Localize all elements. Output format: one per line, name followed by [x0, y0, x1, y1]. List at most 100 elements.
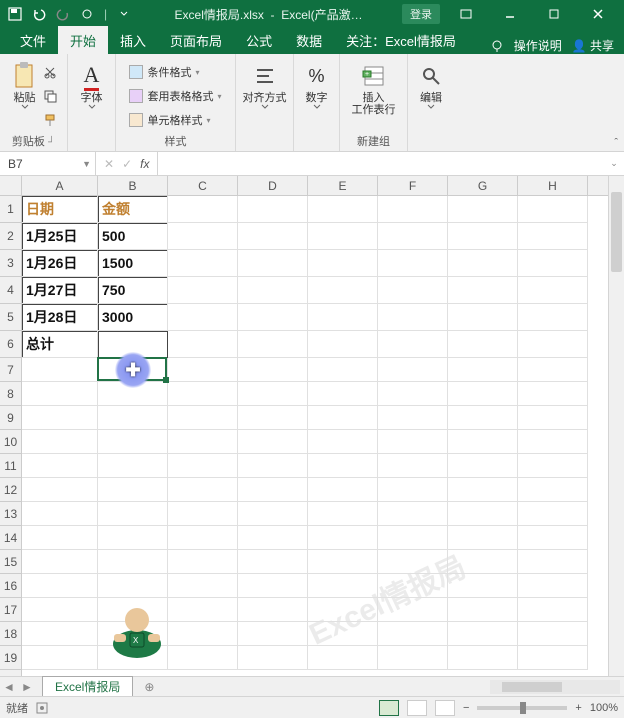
cell[interactable]: [168, 331, 238, 358]
cell[interactable]: [22, 598, 98, 622]
data-cell[interactable]: 1月26日: [22, 250, 98, 277]
cell[interactable]: [308, 277, 378, 304]
cell[interactable]: [238, 502, 308, 526]
cell[interactable]: [238, 331, 308, 358]
cell[interactable]: [168, 382, 238, 406]
cell[interactable]: [238, 223, 308, 250]
cell[interactable]: [378, 622, 448, 646]
cell[interactable]: [518, 622, 588, 646]
cell[interactable]: [378, 478, 448, 502]
cell[interactable]: [448, 277, 518, 304]
expand-formula-bar-button[interactable]: ⌄: [604, 152, 624, 175]
cell[interactable]: [378, 574, 448, 598]
cell[interactable]: [168, 550, 238, 574]
cell[interactable]: [98, 502, 168, 526]
format-as-table-button[interactable]: 套用表格格式 ▾: [129, 86, 221, 106]
cell[interactable]: [308, 454, 378, 478]
zoom-slider[interactable]: [477, 706, 567, 710]
copy-button[interactable]: [43, 86, 57, 106]
maximize-button[interactable]: [532, 0, 576, 28]
cell[interactable]: [168, 526, 238, 550]
cell[interactable]: [168, 646, 238, 670]
cell[interactable]: [448, 196, 518, 223]
cell[interactable]: [238, 478, 308, 502]
row-header[interactable]: 11: [0, 454, 21, 478]
cell[interactable]: [518, 502, 588, 526]
row-header[interactable]: 9: [0, 406, 21, 430]
column-header[interactable]: A: [22, 176, 98, 195]
cell[interactable]: [308, 382, 378, 406]
cell[interactable]: [378, 526, 448, 550]
cell[interactable]: [168, 622, 238, 646]
cell[interactable]: [168, 406, 238, 430]
cell[interactable]: [448, 331, 518, 358]
column-header[interactable]: G: [448, 176, 518, 195]
cell[interactable]: [98, 406, 168, 430]
name-box[interactable]: B7▼: [0, 152, 96, 175]
cell[interactable]: [378, 304, 448, 331]
insert-rows-button[interactable]: + 插入插入工作表行工作表行: [352, 62, 396, 116]
cell[interactable]: [168, 196, 238, 223]
cell[interactable]: [238, 646, 308, 670]
tab-formulas[interactable]: 公式: [234, 26, 284, 54]
data-cell[interactable]: 1月28日: [22, 304, 98, 331]
cell[interactable]: [518, 598, 588, 622]
cell[interactable]: [22, 574, 98, 598]
data-cell[interactable]: 日期: [22, 196, 98, 223]
cell[interactable]: [518, 250, 588, 277]
column-header[interactable]: B: [98, 176, 168, 195]
cell[interactable]: [448, 526, 518, 550]
view-page-break-button[interactable]: [435, 700, 455, 716]
cell[interactable]: [22, 382, 98, 406]
cell[interactable]: [22, 622, 98, 646]
cell[interactable]: [448, 382, 518, 406]
cell[interactable]: [98, 550, 168, 574]
cell[interactable]: [238, 358, 308, 382]
cell[interactable]: [518, 574, 588, 598]
column-header[interactable]: H: [518, 176, 588, 195]
cells-area[interactable]: Excel情报局 Excel情报局 日期金额1月25日5001月26日15001…: [22, 196, 608, 676]
cell[interactable]: [308, 598, 378, 622]
cell[interactable]: [518, 277, 588, 304]
fx-button[interactable]: fx: [140, 157, 149, 171]
cell[interactable]: [308, 646, 378, 670]
vertical-scrollbar[interactable]: [608, 176, 624, 676]
cell[interactable]: [518, 358, 588, 382]
cell[interactable]: [308, 406, 378, 430]
cell[interactable]: [518, 304, 588, 331]
data-cell[interactable]: 1月27日: [22, 277, 98, 304]
row-header[interactable]: 12: [0, 478, 21, 502]
row-header[interactable]: 15: [0, 550, 21, 574]
cell[interactable]: [308, 574, 378, 598]
data-cell[interactable]: 500: [98, 223, 168, 250]
cell[interactable]: [378, 277, 448, 304]
cell[interactable]: [518, 196, 588, 223]
cell[interactable]: [168, 574, 238, 598]
cell[interactable]: [98, 574, 168, 598]
cell[interactable]: [308, 622, 378, 646]
column-headers[interactable]: ABCDEFGH: [22, 176, 608, 196]
cell[interactable]: [448, 430, 518, 454]
cell[interactable]: [448, 304, 518, 331]
cell[interactable]: [22, 526, 98, 550]
cell[interactable]: [238, 526, 308, 550]
cell[interactable]: [448, 646, 518, 670]
data-cell[interactable]: 1月25日: [22, 223, 98, 250]
cell[interactable]: [378, 406, 448, 430]
qat-customize[interactable]: [113, 3, 135, 25]
cell[interactable]: [98, 478, 168, 502]
cell[interactable]: [518, 478, 588, 502]
cell[interactable]: [168, 223, 238, 250]
zoom-level[interactable]: 100%: [590, 702, 618, 714]
cell[interactable]: [168, 454, 238, 478]
font-button[interactable]: A 字体: [78, 62, 106, 110]
cell[interactable]: [238, 574, 308, 598]
row-header[interactable]: 2: [0, 223, 21, 250]
data-cell[interactable]: 金额: [98, 196, 168, 223]
sheet-tab[interactable]: Excel情报局: [42, 676, 133, 698]
cell[interactable]: [238, 598, 308, 622]
cell[interactable]: [378, 550, 448, 574]
new-sheet-button[interactable]: ⊕: [139, 680, 159, 694]
format-painter-button[interactable]: [43, 110, 57, 130]
paste-button[interactable]: 粘贴: [11, 62, 39, 110]
